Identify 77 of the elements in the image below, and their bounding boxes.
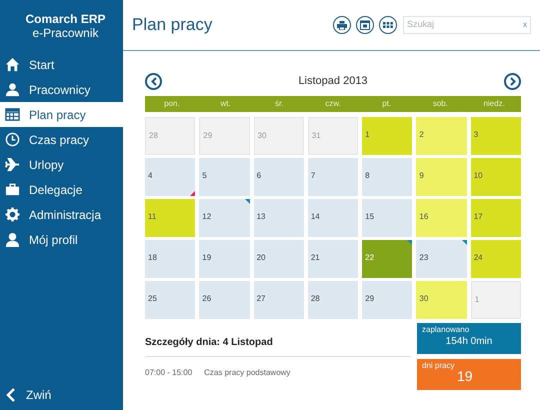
sidebar-item[interactable]: Urlopy <box>0 152 123 177</box>
chevron-left-icon <box>6 388 16 402</box>
day-cell[interactable]: 5 <box>199 158 250 196</box>
stat-label: zaplanowano <box>422 325 470 335</box>
entry-time: 07:00 - 15:00 <box>145 367 192 379</box>
sidebar-item[interactable]: Czas pracy <box>0 127 123 152</box>
person-icon <box>5 232 20 247</box>
weekday-label: niedz. <box>482 98 506 110</box>
calendar-button[interactable] <box>356 16 374 34</box>
clear-button[interactable]: x <box>523 19 527 31</box>
day-cell[interactable]: 4 <box>145 158 196 196</box>
day-cell[interactable]: 2 <box>416 117 467 155</box>
next-month-button[interactable] <box>504 72 521 90</box>
month-title: Listopad 2013 <box>298 74 368 89</box>
weekday-label: czw. <box>324 98 342 110</box>
day-cell[interactable]: 23 <box>416 240 467 278</box>
weekday-label: pon. <box>163 98 181 110</box>
settings-icon <box>5 207 20 222</box>
day-cell[interactable]: 15 <box>362 199 412 237</box>
search-field[interactable]: Szukaj x <box>403 16 531 34</box>
day-cell[interactable]: 26 <box>199 281 250 319</box>
calendar-icon <box>360 20 370 30</box>
day-cell[interactable]: 19 <box>199 240 250 278</box>
sidebar-item[interactable]: Mój profil <box>0 227 123 252</box>
day-cell[interactable]: 28 <box>308 281 358 319</box>
day-cell[interactable]: 6 <box>254 158 304 196</box>
grid-icon <box>383 22 393 28</box>
brand-name: Comarch ERP <box>25 12 106 26</box>
page-title: Plan pracy <box>132 14 214 36</box>
day-cell[interactable]: 14 <box>308 199 358 237</box>
printer-icon <box>337 20 347 30</box>
home-icon <box>5 57 20 72</box>
calendar-icon <box>5 107 20 122</box>
sidebar-item[interactable]: Start <box>0 52 123 77</box>
sidebar-item[interactable]: Plan pracy <box>0 102 123 127</box>
plane-icon <box>5 157 20 172</box>
day-cell[interactable]: 29 <box>362 281 412 319</box>
sidebar-item[interactable]: Delegacje <box>0 177 123 202</box>
day-cell[interactable]: 16 <box>416 199 467 237</box>
grid-view-button[interactable] <box>379 16 397 34</box>
day-cell[interactable]: 30 <box>416 281 467 319</box>
details-title: Szczegóły dnia: 4 Listopad <box>145 335 411 357</box>
clock-icon <box>5 132 20 147</box>
collapse-button[interactable]: Zwiń <box>0 382 123 408</box>
briefcase-icon <box>5 182 20 197</box>
previous-month-button[interactable] <box>145 72 162 90</box>
sidebar-item[interactable]: Pracownicy <box>0 77 123 102</box>
stat-value: 154h 0min <box>444 335 494 349</box>
chevron-left-icon <box>150 76 156 86</box>
day-cell[interactable]: 21 <box>308 240 358 278</box>
day-cell[interactable]: 3 <box>470 117 521 155</box>
day-cell[interactable]: 9 <box>416 158 467 196</box>
day-cell[interactable]: 8 <box>362 158 412 196</box>
day-cell[interactable]: 27 <box>254 281 304 319</box>
brand-subtitle: e-Pracownik <box>32 26 99 40</box>
print-button[interactable] <box>333 16 351 34</box>
day-cell[interactable]: 12 <box>199 199 250 237</box>
chevron-right-icon <box>510 76 516 86</box>
day-cell[interactable]: 24 <box>470 240 521 278</box>
day-cell[interactable]: 25 <box>145 281 196 319</box>
sidebar-item[interactable]: Administracja <box>0 202 123 227</box>
person-icon <box>5 82 20 97</box>
day-cell[interactable]: 13 <box>254 199 304 237</box>
weekday-label: sob. <box>432 98 449 110</box>
weekday-label: wt. <box>219 98 232 110</box>
stat-value: 19 <box>456 369 474 383</box>
day-cell[interactable]: 10 <box>470 158 521 196</box>
day-cell[interactable]: 17 <box>470 199 521 237</box>
day-cell[interactable]: 20 <box>254 240 304 278</box>
weekday-label: śr. <box>274 98 284 110</box>
day-cell[interactable]: 1 <box>362 117 412 155</box>
day-cell[interactable]: 7 <box>308 158 358 196</box>
day-cell[interactable]: 11 <box>145 199 196 237</box>
weekday-label: pt. <box>381 98 392 110</box>
entry-label: Czas pracy podstawowy <box>204 367 290 379</box>
stat-label: dni pracy <box>422 361 456 371</box>
day-cell[interactable]: 18 <box>145 240 196 278</box>
